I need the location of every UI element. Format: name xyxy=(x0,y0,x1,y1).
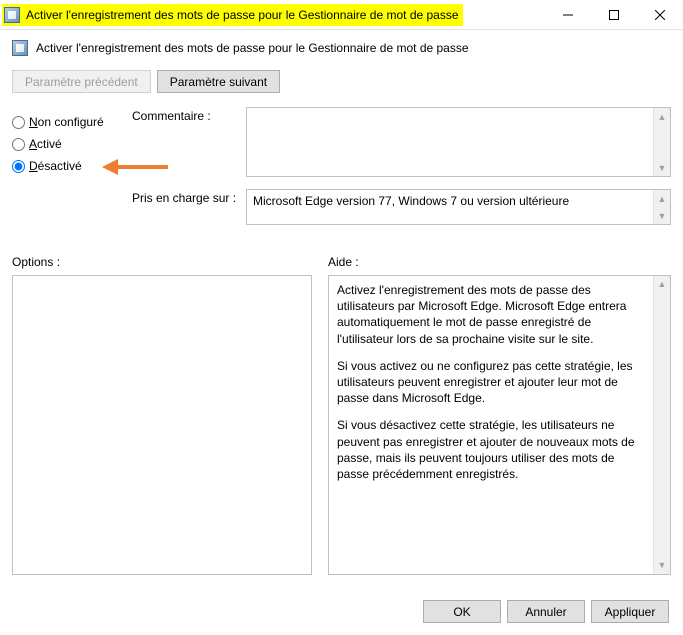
options-label: Options : xyxy=(12,255,312,269)
scrollbar[interactable]: ▲ ▼ xyxy=(653,108,670,176)
comment-label: Commentaire : xyxy=(132,107,238,123)
help-label: Aide : xyxy=(328,255,671,269)
scroll-down-icon[interactable]: ▼ xyxy=(654,159,670,176)
state-radio-group: Non configuré Activé Désactivé xyxy=(12,107,122,237)
supported-value: Microsoft Edge version 77, Windows 7 ou … xyxy=(253,194,569,208)
policy-header: Activer l'enregistrement des mots de pas… xyxy=(12,40,671,56)
prev-setting-button[interactable]: Paramètre précédent xyxy=(12,70,151,93)
options-box xyxy=(12,275,312,575)
scroll-down-icon[interactable]: ▼ xyxy=(654,207,670,224)
maximize-button[interactable] xyxy=(591,0,637,29)
footer-buttons: OK Annuler Appliquer xyxy=(423,600,669,623)
supported-label: Pris en charge sur : xyxy=(132,189,238,205)
window-title: Activer l'enregistrement des mots de pas… xyxy=(26,8,459,22)
supported-on-box: Microsoft Edge version 77, Windows 7 ou … xyxy=(246,189,671,225)
radio-enabled-label[interactable]: Activé xyxy=(29,137,62,151)
help-paragraph: Si vous activez ou ne configurez pas cet… xyxy=(337,358,648,407)
radio-enabled[interactable] xyxy=(12,138,25,151)
comment-textarea[interactable]: ▲ ▼ xyxy=(246,107,671,177)
next-setting-button[interactable]: Paramètre suivant xyxy=(157,70,280,93)
close-button[interactable] xyxy=(637,0,683,29)
ok-button[interactable]: OK xyxy=(423,600,501,623)
policy-window-icon xyxy=(4,7,20,23)
scrollbar[interactable]: ▲ ▼ xyxy=(653,276,670,574)
help-box: Activez l'enregistrement des mots de pas… xyxy=(328,275,671,575)
scroll-up-icon[interactable]: ▲ xyxy=(654,190,670,207)
title-highlight: Activer l'enregistrement des mots de pas… xyxy=(2,4,463,26)
policy-title: Activer l'enregistrement des mots de pas… xyxy=(36,41,469,55)
scroll-up-icon[interactable]: ▲ xyxy=(654,276,670,293)
cancel-button[interactable]: Annuler xyxy=(507,600,585,623)
minimize-button[interactable] xyxy=(545,0,591,29)
nav-row: Paramètre précédent Paramètre suivant xyxy=(12,70,671,93)
policy-icon xyxy=(12,40,28,56)
radio-disabled-label[interactable]: Désactivé xyxy=(29,159,82,173)
radio-not-configured[interactable] xyxy=(12,116,25,129)
help-paragraph: Si vous désactivez cette stratégie, les … xyxy=(337,417,648,482)
titlebar: Activer l'enregistrement des mots de pas… xyxy=(0,0,683,30)
help-paragraph: Activez l'enregistrement des mots de pas… xyxy=(337,282,648,347)
apply-button[interactable]: Appliquer xyxy=(591,600,669,623)
scroll-down-icon[interactable]: ▼ xyxy=(654,557,670,574)
window-controls xyxy=(545,0,683,29)
scroll-up-icon[interactable]: ▲ xyxy=(654,108,670,125)
scrollbar[interactable]: ▲ ▼ xyxy=(653,190,670,224)
radio-not-configured-label[interactable]: Non configuré xyxy=(29,115,104,129)
radio-disabled[interactable] xyxy=(12,160,25,173)
